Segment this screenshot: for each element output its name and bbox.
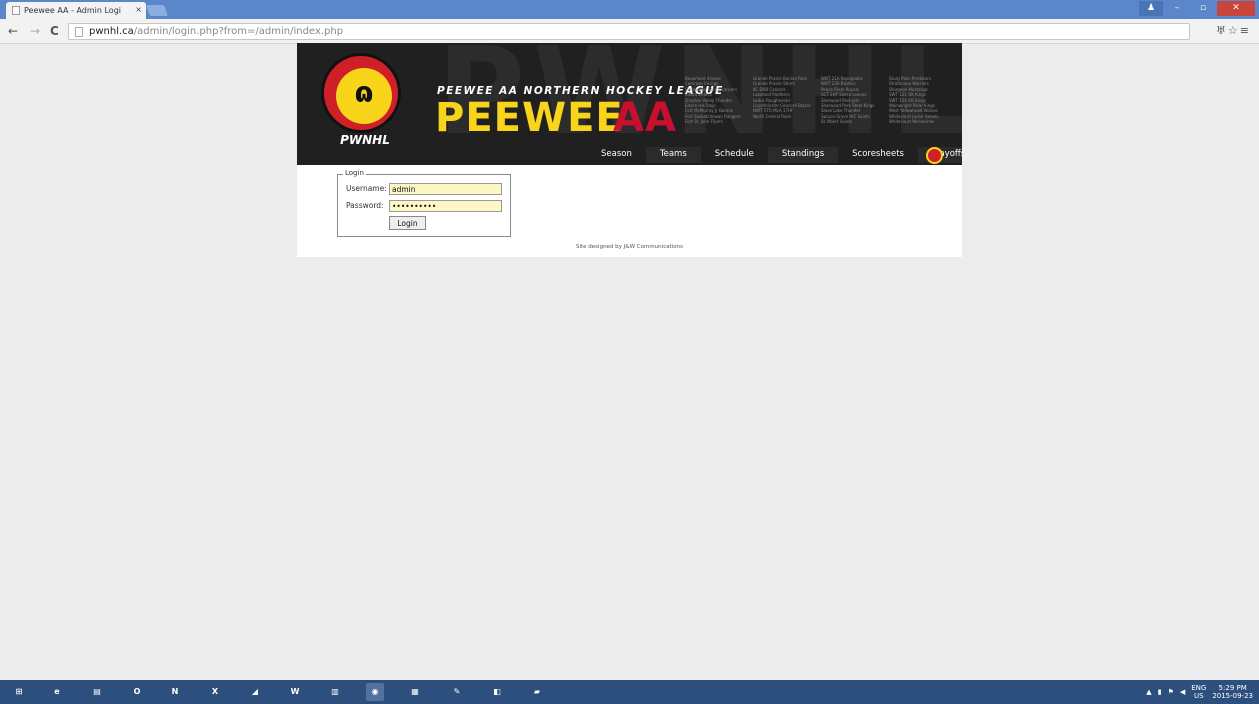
login-form: Login Username: Password: Login	[337, 169, 511, 237]
team-name[interactable]: St Albert Saints	[821, 119, 879, 124]
site-footer: Site designed by J&W Communications	[576, 244, 683, 250]
password-input[interactable]	[389, 200, 502, 212]
page-info-icon[interactable]	[75, 27, 83, 37]
app2-icon[interactable]: ▦	[406, 683, 424, 701]
url-host: pwnhl.ca	[89, 26, 134, 37]
address-bar[interactable]: pwnhl.ca/admin/login.php?from=/admin/ind…	[68, 23, 1190, 40]
close-window-button[interactable]: ✕	[1217, 1, 1255, 16]
language-indicator[interactable]: ENG US	[1191, 684, 1206, 700]
nav-scoresheets[interactable]: Scoresheets	[838, 147, 918, 163]
start-icon[interactable]: ⊞	[10, 683, 28, 701]
browser-toolbar: ← → C pwnhl.ca/admin/login.php?from=/adm…	[0, 19, 1259, 44]
nav-season[interactable]: Season	[587, 147, 646, 163]
network-icon[interactable]: ▮	[1158, 688, 1162, 696]
nav-standings[interactable]: Standings	[767, 147, 839, 163]
league-logo[interactable]: ɷ PWNHL	[321, 53, 403, 153]
outlook-icon[interactable]: O	[128, 683, 146, 701]
paint-icon[interactable]: ✎	[448, 683, 466, 701]
tray-lang: ENG	[1191, 684, 1207, 692]
forward-button[interactable]: →	[30, 24, 40, 38]
logo-text: PWNHL	[340, 133, 390, 147]
team-column: Grande Prairie Bonnie Ross Grande Prairie…	[753, 76, 811, 125]
logo-inner: ɷ	[336, 68, 392, 124]
tray-time: 5:29 PM	[1218, 684, 1247, 692]
site-container: PWNHL ɷ PWNHL PEEWEE AA NORTHERN HOCKEY …	[297, 43, 962, 257]
user-icon[interactable]: ♟	[1139, 1, 1163, 16]
reload-button[interactable]: C	[50, 24, 59, 38]
windows-taskbar: ▲ ▮ ⚑ ◀ ENG US 5:29 PM 2015-09-23 ⊞ e ▤ O N X…	[0, 680, 1259, 704]
nav-schedule[interactable]: Schedule	[701, 147, 768, 163]
league-title: PEEWEE	[435, 95, 624, 141]
tray-region: US	[1193, 692, 1204, 700]
logo-circle: ɷ	[321, 53, 401, 133]
maximize-button[interactable]: ▫	[1191, 1, 1215, 16]
clock[interactable]: 5:29 PM 2015-09-23	[1212, 684, 1253, 700]
app-icon[interactable]: ◢	[246, 683, 264, 701]
toolbar-icons[interactable]: ♅☆≡	[1216, 24, 1251, 37]
site-nav: Season Teams Schedule Standings Scoresheets P…	[587, 147, 962, 163]
app3-icon[interactable]: ◧	[488, 683, 506, 701]
volume-icon[interactable]: ◀	[1180, 688, 1185, 696]
page-icon	[12, 6, 20, 15]
back-button[interactable]: ←	[8, 24, 18, 38]
chrome-icon[interactable]: ◉	[366, 683, 384, 701]
url-path: /admin/login.php?from=/admin/index.php	[133, 26, 344, 37]
username-input[interactable]	[389, 183, 502, 195]
hockey-logo-icon	[926, 147, 943, 164]
window-controls: ♟ – ▫ ✕	[1139, 1, 1255, 17]
site-banner: PWNHL ɷ PWNHL PEEWEE AA NORTHERN HOCKEY …	[297, 43, 962, 165]
league-division: AA	[613, 95, 677, 141]
nav-teams[interactable]: Teams	[645, 147, 701, 163]
notepad-icon[interactable]: ▥	[326, 683, 344, 701]
flag-icon[interactable]: ⚑	[1168, 688, 1174, 696]
tab-title: Peewee AA - Admin Logi	[24, 6, 122, 15]
login-button[interactable]: Login	[389, 216, 426, 230]
browser-titlebar: Peewee AA - Admin Logi × ♟ – ▫ ✕	[0, 0, 1259, 19]
logo-glyph: ɷ	[354, 76, 374, 109]
team-list: Beaumont Braves Camrose Vikings Clearwater…	[685, 76, 947, 125]
internet-explorer-icon[interactable]: e	[48, 683, 66, 701]
word-icon[interactable]: W	[286, 683, 304, 701]
tray-date: 2015-09-23	[1212, 692, 1253, 700]
minimize-button[interactable]: –	[1165, 1, 1189, 16]
team-column: Sturg Plain Predators Strathcona Warriors…	[889, 76, 947, 125]
username-label: Username:	[346, 184, 387, 193]
excel-icon[interactable]: X	[206, 683, 224, 701]
team-name[interactable]: North Central Rush	[753, 114, 811, 119]
team-name[interactable]: Fort St. John Flyers	[685, 119, 743, 124]
password-label: Password:	[346, 201, 384, 210]
tray-show-desktop-icon[interactable]: ▲	[1146, 688, 1151, 696]
onenote-icon[interactable]: N	[166, 683, 184, 701]
team-name[interactable]: Whitecourt Wolverines	[889, 119, 947, 124]
close-tab-icon[interactable]: ×	[135, 5, 142, 14]
team-column: Beaumont Braves Camrose Vikings Clearwater…	[685, 76, 743, 125]
browser-tab[interactable]: Peewee AA - Admin Logi ×	[6, 2, 146, 19]
file-explorer-icon[interactable]: ▤	[88, 683, 106, 701]
app4-icon[interactable]: ▰	[528, 683, 546, 701]
team-column: NWT 21A Renegades NWT 23A Raiders Peace Ri…	[821, 76, 879, 125]
new-tab-button[interactable]	[145, 5, 169, 16]
system-tray: ▲ ▮ ⚑ ◀ ENG US 5:29 PM 2015-09-23	[1146, 683, 1253, 701]
login-legend: Login	[343, 169, 366, 177]
